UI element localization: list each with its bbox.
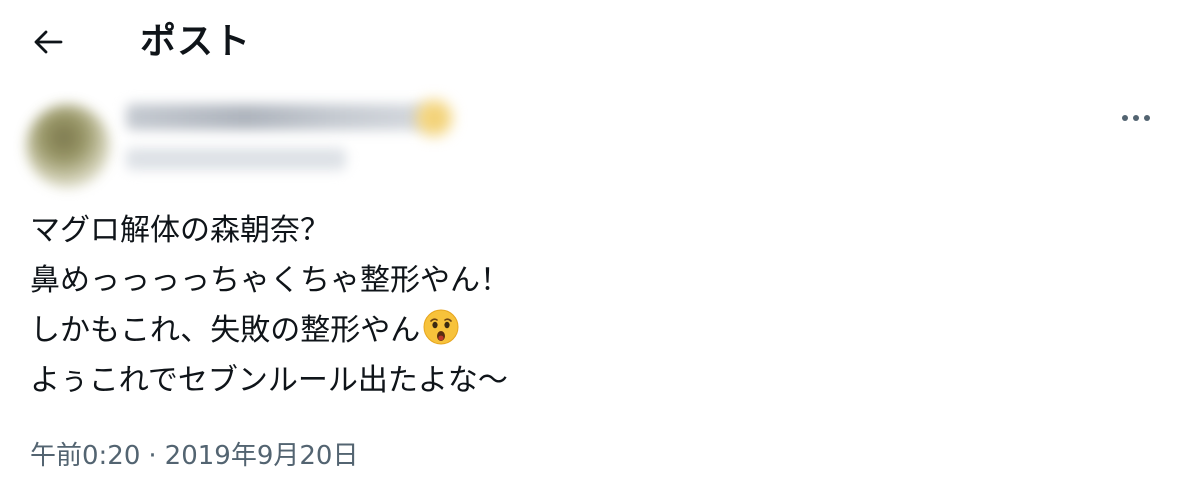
author-handle[interactable]: @██████████ [126,148,346,170]
page-title: ポスト [140,21,252,62]
post-text: マグロ解体の森朝奈？ 鼻めっっっっちゃくちゃ整形やん！ しかもこれ、失敗の整形や… [30,206,1130,406]
separator: · [148,441,157,471]
arrow-left-icon [34,30,63,54]
more-options-button[interactable] [1116,100,1156,136]
author-name[interactable]: ████ ████ ████ ████ [126,104,426,130]
badge-icon [416,100,452,136]
post-date[interactable]: 2019年9月20日 [165,441,359,471]
author-info[interactable]: ████ ████ ████ ████ @██████████ [22,96,482,188]
more-horizontal-icon [1122,115,1150,121]
post-line: よぅこれでセブンルール出たよな〜 [30,363,508,398]
post-timestamp[interactable]: 午前0:20 · 2019年9月20日 [30,436,358,476]
back-button[interactable] [22,20,74,64]
post-line: マグロ解体の森朝奈？ [30,213,330,248]
post-time[interactable]: 午前0:20 [30,441,140,471]
post-line: 鼻めっっっっちゃくちゃ整形やん！ [30,263,510,298]
header-bar: ポスト [0,0,1181,84]
hushed-face-emoji-icon [422,308,460,362]
avatar[interactable] [26,104,110,188]
post-line-with-emoji: しかもこれ、失敗の整形やん [30,306,1130,356]
post-line: しかもこれ、失敗の整形やん [30,313,421,348]
